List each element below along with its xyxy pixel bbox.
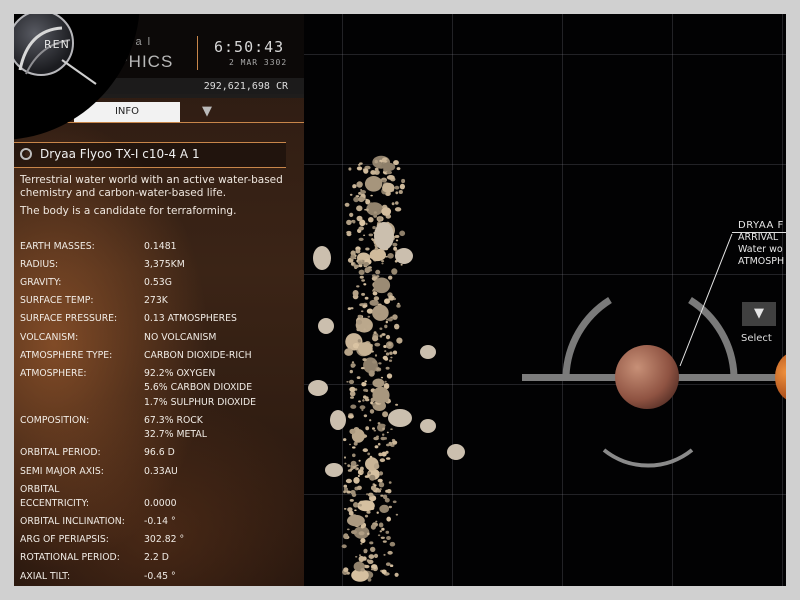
logo-emblem <box>18 26 97 85</box>
property-value: 96.6 D <box>144 447 175 459</box>
description-line: Terrestrial water world with an active w… <box>20 174 283 199</box>
select-button[interactable]: ▼ <box>742 302 776 326</box>
property-value: NO VOLCANISM <box>144 331 217 343</box>
property-key: SEMI MAJOR AXIS: <box>20 465 104 477</box>
property-key: SURFACE PRESSURE: <box>20 313 118 325</box>
game-date: 2 MAR 3302 <box>229 58 288 67</box>
property-key: ARG OF PERIAPSIS: <box>20 534 109 546</box>
property-value: 0.13 ATMOSPHERES <box>144 313 237 325</box>
property-key: ORBITAL ECCENTRICITY: <box>20 483 90 510</box>
ring-icon <box>20 148 32 160</box>
property-value: -0.45 ° <box>144 570 176 582</box>
callout-line-3: ATMOSPH <box>738 256 785 267</box>
description-line: The body is a candidate for terraforming… <box>20 205 237 217</box>
property-key: ORBITAL INCLINATION: <box>20 516 125 528</box>
pin-icon[interactable]: ▼ <box>200 104 214 120</box>
game-clock: 6:50:43 <box>214 38 285 56</box>
callout-line-2: Water wo <box>738 244 783 255</box>
property-key: RADIUS: <box>20 259 59 271</box>
property-key: ROTATIONAL PERIOD: <box>20 552 120 564</box>
logo-text: REN <box>44 38 70 51</box>
property-value: 0.53G <box>144 277 172 289</box>
property-value: 273K <box>144 295 168 307</box>
property-value: 92.2% OXYGEN 5.6% CARBON DIOXIDE 1.7% SULP… <box>144 367 257 408</box>
property-key: VOLCANISM: <box>20 331 79 343</box>
select-label: Select <box>741 333 772 344</box>
property-key: COMPOSITION: <box>20 414 90 426</box>
property-key: ATMOSPHERE TYPE: <box>20 349 113 361</box>
property-value: CARBON DIOXIDE-RICH <box>144 349 252 361</box>
property-key: SURFACE TEMP: <box>20 295 94 307</box>
property-value: 0.0000 <box>144 498 177 510</box>
property-value: 0.1481 <box>144 241 177 252</box>
property-key: AXIAL TILT: <box>20 570 71 582</box>
property-value: 2.2 D <box>144 552 169 564</box>
logo-corner: REN <box>0 0 140 140</box>
select-pin-icon: ▼ <box>754 306 764 321</box>
planet-callout: DRYAA F ARRIVAL Water wo ATMOSPH <box>738 220 784 268</box>
header-divider <box>197 36 198 70</box>
callout-name: DRYAA F <box>738 220 784 231</box>
property-key: ATMOSPHERE: <box>20 367 87 379</box>
property-value: 3,375KM <box>144 259 185 271</box>
body-name: Dryaa Flyoo TX-I c10-4 A 1 <box>40 147 200 161</box>
credits-balance: 292,621,698 CR <box>203 81 288 92</box>
property-value: -0.14 ° <box>144 516 176 528</box>
selected-planet[interactable] <box>615 345 679 409</box>
property-key: ORBITAL PERIOD: <box>20 447 101 459</box>
body-description: Terrestrial water world with an active w… <box>20 174 292 223</box>
property-key: EARTH MASSES: <box>20 241 95 252</box>
property-value: 302.82 ° <box>144 534 185 546</box>
callout-line-1: ARRIVAL <box>738 232 779 243</box>
property-key: GRAVITY: <box>20 277 62 289</box>
property-value: 0.33AU <box>144 465 178 477</box>
body-title-bar: Dryaa Flyoo TX-I c10-4 A 1 <box>14 142 286 168</box>
property-value: 67.3% ROCK 32.7% METAL <box>144 414 207 441</box>
